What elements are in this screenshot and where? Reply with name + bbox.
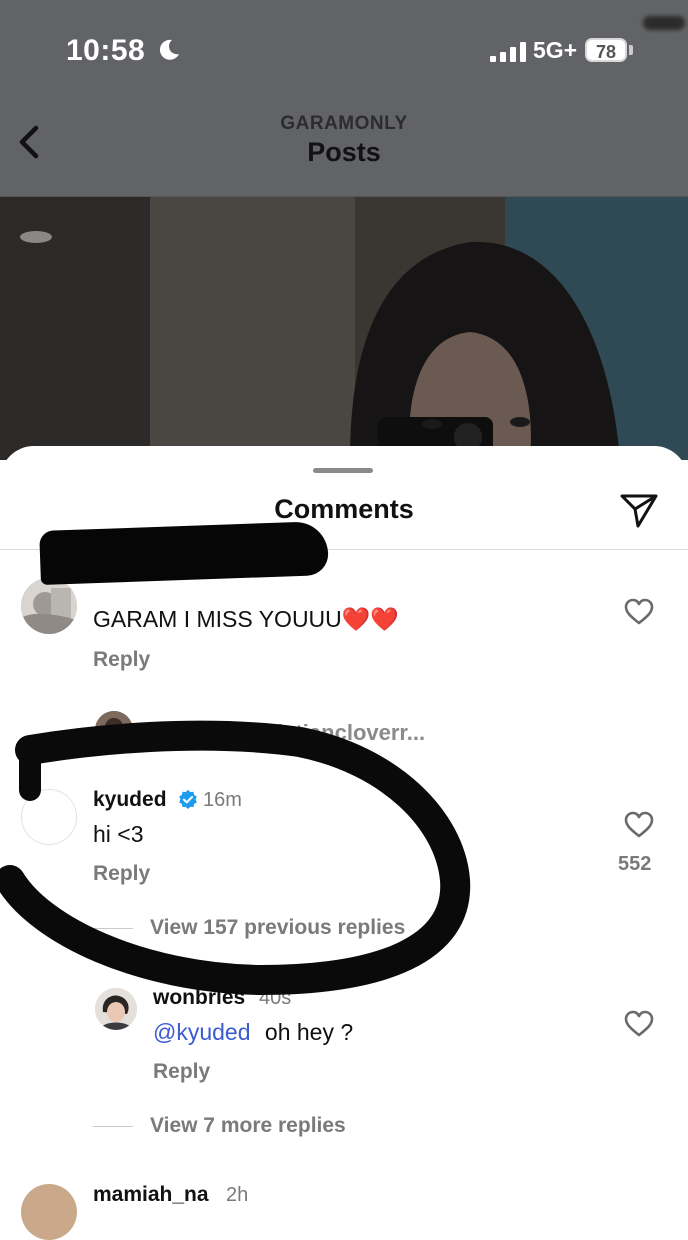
reply-body: oh hey ? xyxy=(264,1019,354,1045)
verified-badge-icon xyxy=(179,789,197,809)
comment-time: 2h xyxy=(226,1184,249,1206)
heart-icon[interactable] xyxy=(624,598,654,626)
paper-plane-icon[interactable] xyxy=(618,490,660,530)
network-type: 5G+ xyxy=(533,37,578,63)
status-bar: 10:58 5G+ 78 xyxy=(0,0,688,100)
avatar[interactable] xyxy=(21,789,77,845)
view-more-replies[interactable]: View 7 more replies xyxy=(150,1114,346,1138)
reply-prompt[interactable]: Reply to christiancloverr... xyxy=(150,720,425,746)
heart-icon[interactable] xyxy=(624,811,654,839)
battery-icon: 78 xyxy=(585,38,627,62)
avatar[interactable] xyxy=(21,578,77,634)
reply-button[interactable]: Reply xyxy=(93,862,150,886)
comment-username[interactable]: wonbries xyxy=(153,986,245,1010)
status-time: 10:58 xyxy=(66,34,146,67)
comment-text: @kyuded oh hey ? xyxy=(153,1019,353,1046)
redaction-mark xyxy=(39,520,329,586)
avatar[interactable] xyxy=(95,988,137,1030)
thread-line xyxy=(93,928,133,929)
comment-time: 16m xyxy=(203,789,242,811)
reply-button[interactable]: Reply xyxy=(153,1060,210,1084)
like-count: 552 xyxy=(618,853,652,875)
reply-button[interactable]: Reply xyxy=(93,648,150,672)
thread-line xyxy=(93,1126,133,1127)
avatar[interactable] xyxy=(21,1184,77,1240)
comment-text: hi <3 xyxy=(93,821,144,847)
page-title: Posts xyxy=(307,137,381,167)
moon-icon xyxy=(159,39,179,60)
drag-handle[interactable] xyxy=(313,468,373,473)
comment-username[interactable]: mamiah_na xyxy=(93,1183,209,1207)
header-username: GARAMONLY xyxy=(280,113,408,134)
comment-username[interactable]: kyuded xyxy=(93,788,167,812)
heart-icon[interactable] xyxy=(624,1010,654,1038)
comment-time: 40s xyxy=(259,987,292,1009)
view-previous-replies[interactable]: View 157 previous replies xyxy=(150,916,405,940)
my-avatar xyxy=(95,711,133,749)
comments-title: Comments xyxy=(274,494,414,524)
battery-cap xyxy=(629,45,633,55)
signal-icon xyxy=(490,40,526,62)
blurred-mark xyxy=(643,16,685,30)
post-photo xyxy=(0,197,688,460)
comment-text: GARAM I MISS YOUUU❤️❤️ xyxy=(93,606,400,632)
mention-link[interactable]: @kyuded xyxy=(153,1019,251,1045)
